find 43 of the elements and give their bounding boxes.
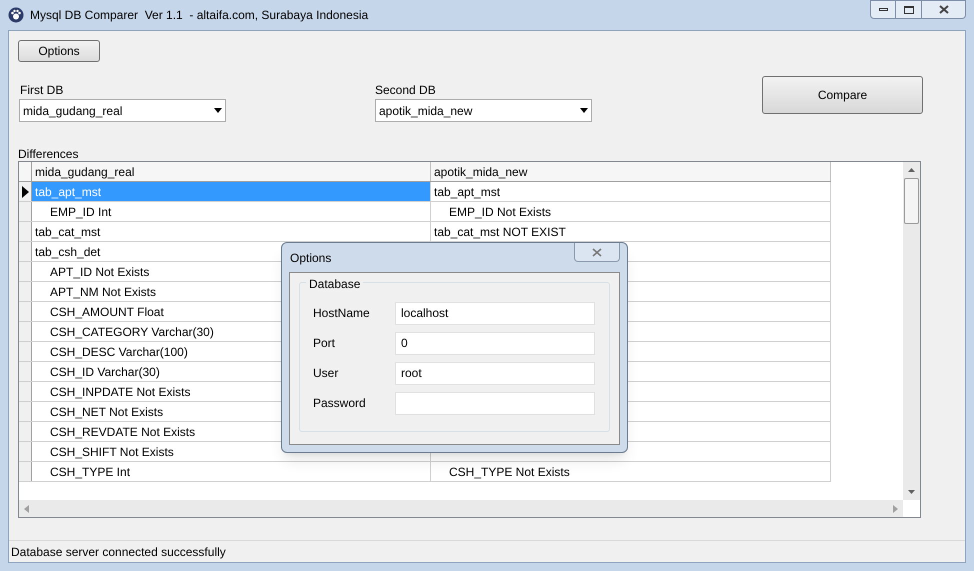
input-field[interactable]	[395, 392, 595, 414]
database-dropdown[interactable]: apotik_mida_new	[375, 99, 592, 122]
input-field[interactable]: root	[395, 362, 595, 384]
column-header[interactable]: mida_gudang_real	[32, 162, 431, 181]
minimize-button[interactable]	[870, 0, 896, 19]
database-dropdown[interactable]: mida_gudang_real	[19, 99, 226, 122]
vertical-scrollbar[interactable]	[903, 162, 920, 500]
input-field[interactable]: 0	[395, 332, 595, 354]
field-label: HostName	[313, 305, 371, 322]
status-bar: Database server connected successfully	[9, 540, 965, 562]
horizontal-scrollbar[interactable]	[19, 500, 903, 517]
table-cell: tab_cat_mst NOT EXIST	[431, 222, 831, 241]
dropdown-caret-icon	[580, 108, 588, 113]
table-cell: EMP_ID Int	[32, 202, 431, 221]
section-label: Differences	[18, 146, 80, 161]
close-icon	[592, 248, 602, 256]
dropdown-caret-icon	[214, 108, 222, 113]
scroll-down-icon	[908, 490, 915, 494]
maximize-button[interactable]	[896, 0, 922, 19]
table-cell: EMP_ID Not Exists	[431, 202, 831, 221]
close-button[interactable]	[574, 243, 620, 262]
scroll-right-icon	[893, 504, 899, 512]
current-row-icon	[22, 186, 28, 198]
row-header[interactable]	[19, 182, 32, 201]
column-header[interactable]: apotik_mida_new	[431, 162, 831, 181]
field-label: Second DB	[375, 82, 437, 99]
compare-button[interactable]: Compare	[762, 76, 923, 114]
table-cell: CSH_TYPE Not Exists	[431, 462, 831, 481]
field-label: User	[313, 365, 340, 382]
table-cell: tab_cat_mst	[32, 222, 431, 241]
field-label: First DB	[20, 82, 64, 99]
scroll-left-icon	[23, 504, 29, 512]
table-cell: tab_apt_mst	[431, 182, 831, 201]
app-icon	[8, 7, 24, 23]
close-icon	[938, 5, 948, 14]
close-button[interactable]	[922, 0, 966, 19]
input-field[interactable]: localhost	[395, 302, 595, 324]
options-button[interactable]: Options	[18, 40, 100, 62]
window-title: Mysql DB Comparer Ver 1.1 - altaifa.com, Surabaya Indonesia	[30, 7, 368, 24]
scroll-thumb[interactable]	[904, 178, 919, 224]
scroll-up-icon	[908, 168, 915, 172]
table-cell: CSH_TYPE Int	[32, 462, 431, 481]
table-cell: tab_apt_mst	[32, 182, 431, 201]
